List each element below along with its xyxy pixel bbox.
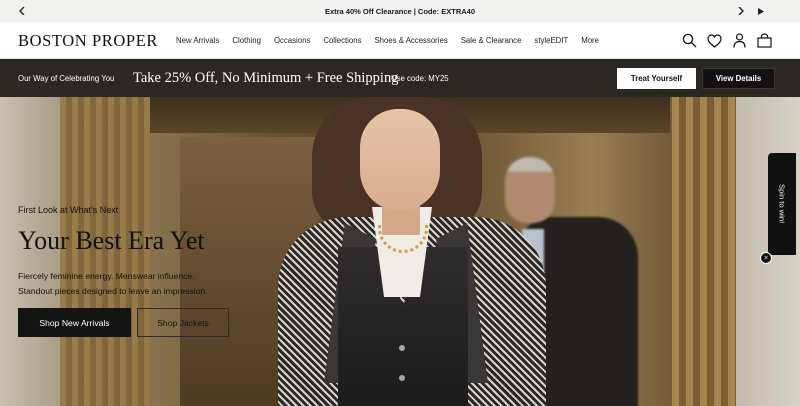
nav-occasions[interactable]: Occasions <box>274 36 310 45</box>
site-header: BOSTON PROPER New Arrivals Clothing Occa… <box>0 22 800 59</box>
brand-logo[interactable]: BOSTON PROPER <box>18 31 158 51</box>
hero-model-face <box>360 109 440 211</box>
hero-title: Your Best Era Yet <box>18 226 205 255</box>
play-icon[interactable] <box>753 0 769 22</box>
promo-tagline: Our Way of Celebrating You <box>18 73 115 83</box>
hero-man-head <box>505 157 555 223</box>
shop-new-arrivals-button[interactable]: Shop New Arrivals <box>18 308 131 337</box>
nav-collections[interactable]: Collections <box>323 36 361 45</box>
hero-subtitle: Fiercely feminine energy. Menswear influ… <box>18 269 208 299</box>
nav-clothing[interactable]: Clothing <box>232 36 261 45</box>
nav-more[interactable]: More <box>581 36 599 45</box>
hero-model-button <box>399 375 405 381</box>
nav-sale-clearance[interactable]: Sale & Clearance <box>461 36 522 45</box>
chevron-left-icon[interactable] <box>14 0 30 22</box>
search-icon[interactable] <box>682 33 697 48</box>
hero-subtitle-line: Standout pieces designed to leave an imp… <box>18 286 208 296</box>
main-nav: New Arrivals Clothing Occasions Collecti… <box>176 22 599 59</box>
user-icon[interactable] <box>732 33 747 48</box>
bag-icon[interactable] <box>757 33 772 48</box>
spin-to-win-tab[interactable]: Spin to win! <box>768 153 796 255</box>
hero-model-button <box>399 345 405 351</box>
hero-subtitle-line: Fiercely feminine energy. Menswear influ… <box>18 271 195 281</box>
announcement-bar: Extra 40% Off Clearance | Code: EXTRA40 <box>0 0 800 22</box>
chevron-right-icon[interactable] <box>733 0 749 22</box>
close-icon[interactable]: × <box>760 252 772 264</box>
nav-styleedit[interactable]: styleEDIT <box>534 36 568 45</box>
promo-bar: Our Way of Celebrating You Take 25% Off,… <box>0 59 800 97</box>
announcement-text[interactable]: Extra 40% Off Clearance | Code: EXTRA40 <box>325 7 475 16</box>
nav-shoes-accessories[interactable]: Shoes & Accessories <box>374 36 447 45</box>
promo-headline: Take 25% Off, No Minimum + Free Shipping <box>133 69 399 86</box>
hero-eyebrow: First Look at What's Next <box>18 205 119 215</box>
promo-code: Use code: MY25 <box>391 73 449 83</box>
heart-icon[interactable] <box>707 33 722 48</box>
shop-jackets-button[interactable]: Shop Jackets <box>137 308 229 337</box>
spin-to-win-label: Spin to win! <box>777 184 787 224</box>
header-icons <box>682 22 772 59</box>
treat-yourself-button[interactable]: Treat Yourself <box>617 68 696 89</box>
nav-new-arrivals[interactable]: New Arrivals <box>176 36 219 45</box>
view-details-button[interactable]: View Details <box>702 68 775 89</box>
hero-ornate-column-right <box>672 97 736 406</box>
